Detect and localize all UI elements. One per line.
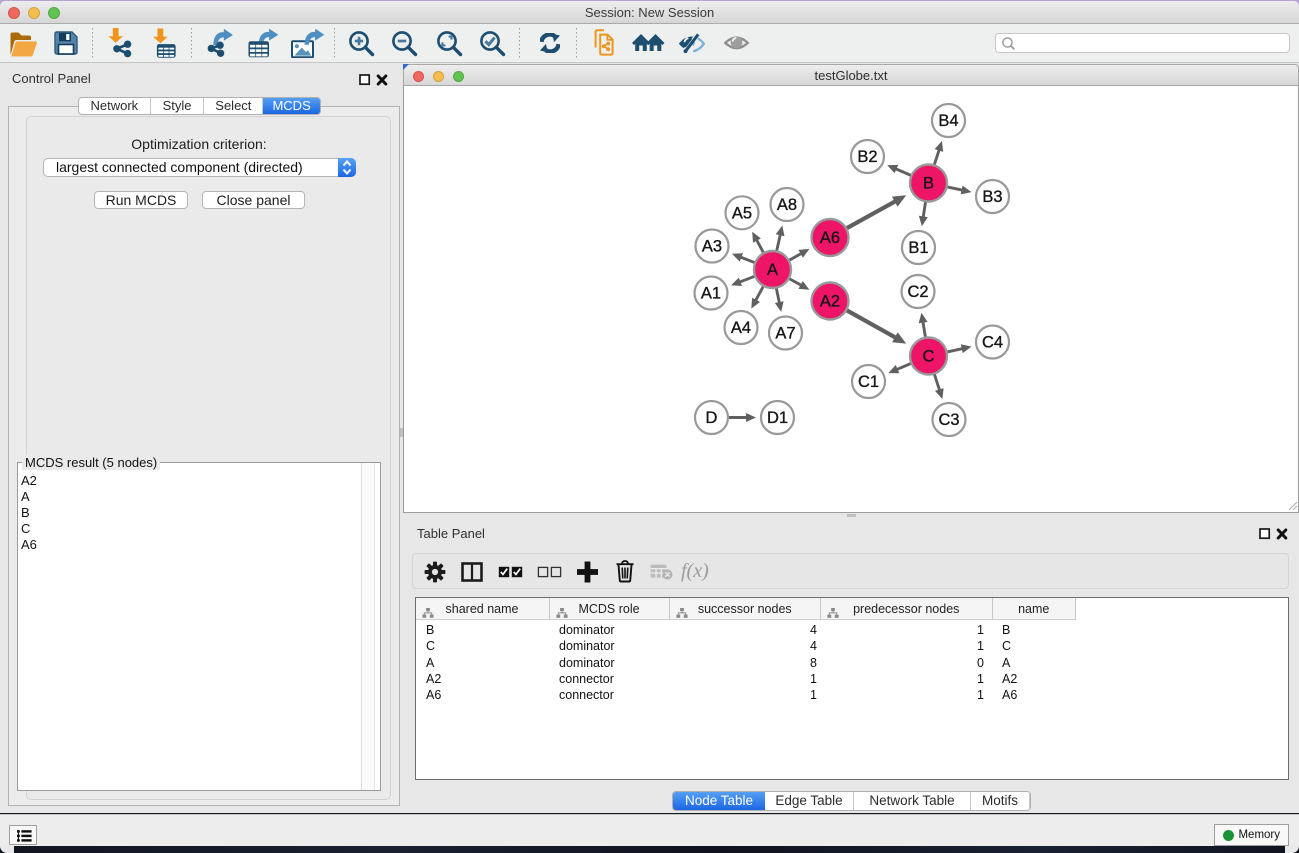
svg-text:B1: B1 [908, 239, 928, 257]
svg-text:B: B [923, 175, 934, 193]
svg-text:A1: A1 [701, 285, 721, 303]
svg-text:A4: A4 [731, 319, 751, 337]
svg-text:f(x): f(x) [681, 560, 709, 582]
svg-text:D: D [706, 409, 718, 427]
svg-text:C1: C1 [858, 373, 879, 391]
svg-text:C4: C4 [982, 334, 1003, 352]
svg-text:A3: A3 [702, 238, 722, 256]
svg-text:B4: B4 [938, 112, 958, 130]
svg-text:B2: B2 [857, 148, 877, 166]
svg-text:C3: C3 [938, 411, 959, 429]
svg-text:A2: A2 [820, 293, 840, 311]
svg-text:A8: A8 [777, 196, 797, 214]
svg-text:C2: C2 [907, 283, 928, 301]
svg-text:B3: B3 [982, 188, 1002, 206]
svg-text:D1: D1 [767, 409, 788, 427]
svg-text:A7: A7 [775, 325, 795, 343]
svg-text:A: A [767, 261, 778, 279]
svg-text:A6: A6 [820, 229, 840, 247]
svg-text:C: C [923, 348, 935, 366]
svg-text:A5: A5 [732, 204, 752, 222]
